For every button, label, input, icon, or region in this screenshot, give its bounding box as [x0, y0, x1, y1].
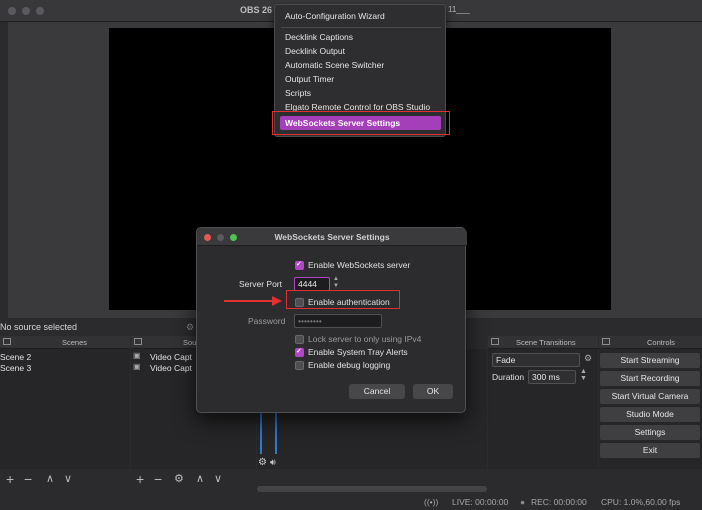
transition-select-value: Fade [496, 355, 516, 365]
server-port-input[interactable]: 4444 [294, 277, 330, 291]
maximize-window-icon[interactable] [36, 7, 44, 15]
rec-status: REC: 00:00:00 [531, 497, 587, 507]
dialog-zoom-icon[interactable] [230, 234, 237, 241]
enable-server-label: Enable WebSockets server [308, 260, 411, 270]
transitions-dock-header: Scene Transitions [488, 336, 598, 349]
exit-button[interactable]: Exit [600, 443, 700, 458]
ok-button[interactable]: OK [413, 384, 453, 399]
controls-title: Controls [647, 338, 675, 347]
list-item[interactable]: Scene 2 [0, 352, 31, 362]
add-source-icon[interactable]: + [136, 471, 144, 487]
password-field[interactable]: •••••••• [294, 314, 382, 328]
volume-meter [260, 409, 262, 454]
start-streaming-button[interactable]: Start Streaming [600, 353, 700, 368]
start-recording-button[interactable]: Start Recording [600, 371, 700, 386]
server-port-label: Server Port [239, 279, 282, 289]
menu-item-auto-config[interactable]: Auto-Configuration Wizard [285, 11, 385, 21]
lock-ipv4-label: Lock server to only using IPv4 [308, 334, 422, 344]
speaker-icon[interactable]: 🔊︎ [270, 457, 276, 468]
settings-button[interactable]: Settings [600, 425, 700, 440]
annotation-auth-box [286, 290, 400, 309]
sources-title: Sou [183, 338, 197, 347]
no-source-label: No source selected [0, 322, 78, 332]
menu-separator [281, 27, 441, 28]
duration-stepper-icon[interactable]: ▲ ▼ [580, 368, 587, 382]
dialog-title: WebSockets Server Settings [274, 232, 390, 242]
close-window-icon[interactable] [8, 7, 16, 15]
duration-value: 300 ms [532, 372, 560, 382]
tray-alerts-label: Enable System Tray Alerts [308, 347, 408, 357]
start-virtual-camera-button[interactable]: Start Virtual Camera [600, 389, 700, 404]
live-status: LIVE: 00:00:00 [452, 497, 509, 507]
dialog-minimize-icon[interactable] [217, 234, 224, 241]
dock-float-icon[interactable] [134, 338, 142, 345]
annotation-highlight-box [272, 111, 450, 135]
tray-alerts-checkbox[interactable] [295, 347, 304, 357]
audio-settings-icon[interactable]: ⚙ [258, 457, 267, 468]
password-value: •••••••• [298, 316, 322, 326]
duration-field[interactable]: 300 ms [528, 370, 576, 384]
source-settings-icon[interactable]: ⚙ [186, 322, 194, 333]
move-scene-up-icon[interactable]: ∧ [46, 472, 54, 485]
dock-float-icon[interactable] [491, 338, 499, 345]
duration-label: Duration [492, 372, 525, 382]
volume-meter [275, 409, 277, 454]
scenes-dock-header: Scenes [0, 336, 130, 349]
transition-settings-icon[interactable]: ⚙ [584, 353, 592, 364]
menu-item-decklink-captions[interactable]: Decklink Captions [285, 32, 353, 42]
menu-item-scripts[interactable]: Scripts [285, 88, 311, 98]
menu-item-scene-switcher[interactable]: Automatic Scene Switcher [285, 60, 384, 70]
studio-mode-button[interactable]: Studio Mode [600, 407, 700, 422]
dock-float-icon[interactable] [602, 338, 610, 345]
transitions-title: Scene Transitions [516, 338, 576, 347]
websockets-dialog: WebSockets Server Settings Enable WebSoc… [196, 227, 467, 413]
live-indicator-icon: ((•)) [424, 497, 439, 507]
debug-logging-label: Enable debug logging [308, 360, 391, 370]
controls-dock-header: Controls [599, 336, 702, 349]
window-title: OBS 26 [240, 5, 273, 15]
move-source-up-icon[interactable]: ∧ [196, 472, 204, 485]
password-label: Password [248, 316, 286, 326]
list-item[interactable]: Video Capt [150, 363, 192, 373]
enable-server-checkbox[interactable] [295, 260, 304, 270]
port-stepper-icon[interactable]: ▲ ▼ [333, 276, 339, 290]
source-properties-icon[interactable]: ⚙ [174, 472, 184, 485]
add-scene-icon[interactable]: + [6, 471, 14, 487]
cpu-status: CPU: 1.0%,60.00 fps [601, 497, 681, 507]
server-port-value: 4444 [298, 279, 317, 289]
rec-indicator-icon: ● [520, 497, 526, 507]
debug-logging-checkbox[interactable] [295, 361, 304, 370]
dialog-close-icon[interactable] [204, 234, 211, 241]
window-title-tail: 11___ [448, 5, 470, 14]
minimize-window-icon[interactable] [22, 7, 30, 15]
list-item[interactable]: Video Capt [150, 352, 192, 362]
list-item[interactable]: Scene 3 [0, 363, 31, 373]
annotation-arrow-line [224, 300, 274, 302]
move-scene-down-icon[interactable]: ∨ [64, 472, 72, 485]
move-source-down-icon[interactable]: ∨ [214, 472, 222, 485]
controls-body: Start Streaming Start Recording Start Vi… [599, 349, 702, 469]
remove-scene-icon[interactable]: − [24, 471, 32, 487]
dialog-titlebar: WebSockets Server Settings [197, 228, 467, 246]
menu-item-decklink-output[interactable]: Decklink Output [285, 46, 345, 56]
scenes-title: Scenes [62, 338, 88, 347]
camera-icon: ▣ [133, 351, 141, 360]
annotation-arrow-head-icon [272, 296, 282, 306]
camera-icon: ▣ [133, 362, 141, 371]
transition-select[interactable]: Fade [492, 353, 580, 367]
transitions-body: Fade ⚙ Duration 300 ms ▲ ▼ [488, 349, 598, 469]
scenes-list: Scene 2 Scene 3 [0, 349, 130, 469]
bottom-toolbar: + − ∧ ∨ + − ⚙ ∧ ∨ [0, 469, 702, 510]
dock-float-icon[interactable] [3, 338, 11, 345]
remove-source-icon[interactable]: − [154, 471, 162, 487]
menu-item-output-timer[interactable]: Output Timer [285, 74, 334, 84]
cancel-button[interactable]: Cancel [349, 384, 405, 399]
lock-ipv4-checkbox[interactable] [295, 335, 304, 344]
